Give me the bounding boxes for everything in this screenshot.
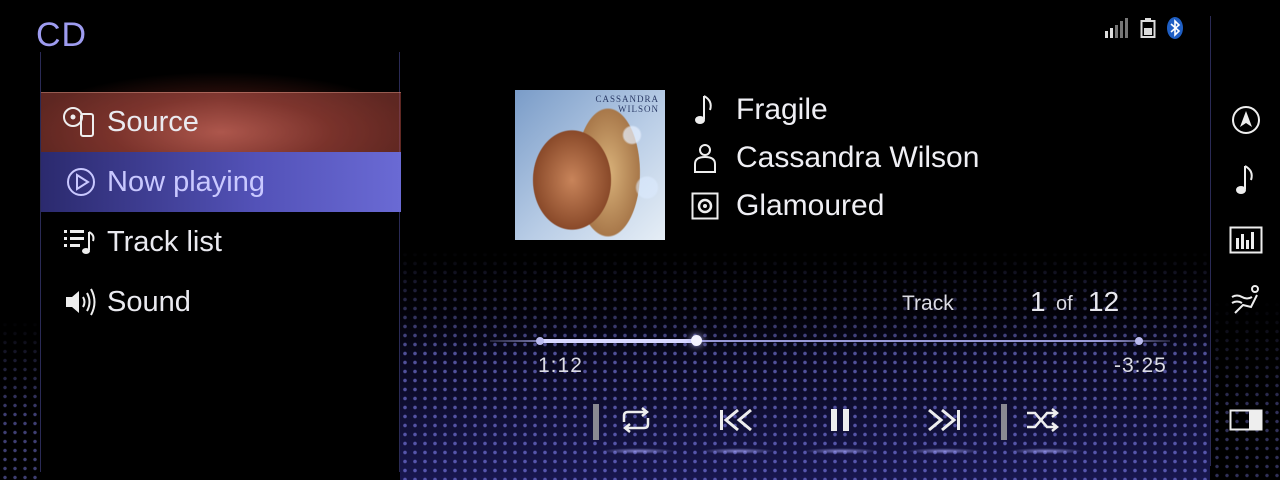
- screen-title: CD: [36, 16, 88, 54]
- elapsed-time: 1:12: [538, 354, 583, 377]
- control-glow: [906, 448, 982, 454]
- progress-fill: [540, 339, 696, 343]
- climate-icon: [1229, 283, 1263, 322]
- equalizer-icon: [1229, 226, 1263, 259]
- disc-phone-icon: [55, 103, 107, 143]
- pause-icon: [827, 407, 853, 438]
- navigation-button[interactable]: [1226, 102, 1266, 142]
- music-note-icon: [690, 93, 720, 127]
- track-label: Track: [902, 292, 954, 315]
- next-track-button[interactable]: [903, 402, 983, 442]
- shuffle-button[interactable]: [1003, 402, 1083, 442]
- background-dot-field-right: [1212, 300, 1280, 480]
- artist-name: Cassandra Wilson: [736, 141, 980, 174]
- repeat-button[interactable]: [596, 402, 676, 442]
- control-glow: [1008, 448, 1084, 454]
- next-track-icon: [924, 407, 962, 438]
- menu-item-label: Track list: [107, 225, 222, 258]
- control-glow: [600, 448, 676, 454]
- song-title-row: Fragile: [690, 90, 828, 130]
- control-glow: [803, 448, 879, 454]
- track-number: 1: [1030, 286, 1046, 317]
- album-art: CASSANDRA WILSON: [515, 90, 665, 240]
- artist-row: Cassandra Wilson: [690, 138, 979, 178]
- progress-end-marker: [1135, 337, 1143, 345]
- song-title: Fragile: [736, 93, 828, 126]
- shuffle-icon: [1024, 406, 1062, 439]
- pause-button[interactable]: [800, 402, 880, 442]
- album-name: Glamoured: [736, 189, 885, 222]
- album-row: Glamoured: [690, 186, 884, 226]
- status-bar: [1104, 16, 1184, 45]
- equalizer-button[interactable]: [1226, 222, 1266, 262]
- background-dot-field-left: [0, 320, 40, 480]
- signal-bars-icon: [1104, 17, 1130, 44]
- menu-item-now-playing[interactable]: Now playing: [41, 152, 401, 212]
- split-screen-icon: [1229, 409, 1263, 436]
- previous-track-button[interactable]: [697, 402, 777, 442]
- play-circle-icon: [55, 162, 107, 202]
- audio-button[interactable]: [1226, 162, 1266, 202]
- speaker-icon: [55, 282, 107, 322]
- disc-icon: [690, 189, 720, 223]
- menu-item-sound[interactable]: Sound: [41, 272, 401, 332]
- menu-item-label: Source: [107, 106, 199, 138]
- remaining-time: -3:25: [1114, 354, 1167, 377]
- menu-item-source[interactable]: Source: [41, 92, 401, 152]
- background-dot-field: [400, 250, 1210, 480]
- split-screen-button[interactable]: [1226, 402, 1266, 442]
- right-rail-divider: [1210, 16, 1211, 466]
- side-menu: Source Now playing Track list Sound: [40, 52, 401, 472]
- progress-start-marker: [536, 337, 544, 345]
- person-icon: [690, 141, 720, 175]
- track-of-label: of: [1056, 293, 1073, 315]
- navigation-icon: [1231, 105, 1261, 140]
- climate-button[interactable]: [1226, 282, 1266, 322]
- battery-icon: [1140, 17, 1156, 44]
- music-note-icon: [1233, 163, 1259, 202]
- repeat-icon: [618, 406, 654, 439]
- bluetooth-icon: [1166, 16, 1184, 45]
- album-art-text: CASSANDRA WILSON: [595, 94, 659, 114]
- progress-handle[interactable]: [690, 335, 702, 346]
- menu-item-label: Sound: [107, 285, 191, 318]
- previous-track-icon: [718, 407, 756, 438]
- menu-item-label: Now playing: [107, 165, 265, 198]
- track-total: 12: [1088, 286, 1120, 317]
- control-glow: [700, 448, 776, 454]
- track-list-icon: [55, 222, 107, 262]
- menu-item-track-list[interactable]: Track list: [41, 212, 401, 272]
